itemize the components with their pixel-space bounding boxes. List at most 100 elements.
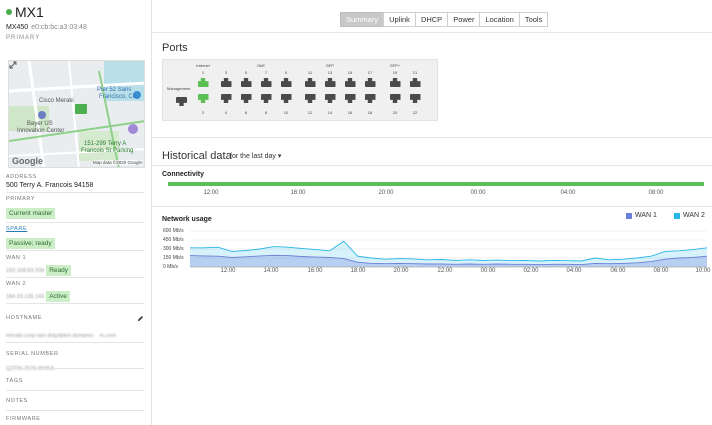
spare-link[interactable]: SPARE xyxy=(6,226,144,232)
wan2-ip: 184.23.135.143 xyxy=(6,294,45,300)
wan1-label: WAN 1 xyxy=(6,255,27,261)
port-number-label: 1 xyxy=(202,70,205,75)
network-usage-title: Network usage xyxy=(162,216,212,223)
tabs-divider xyxy=(152,32,712,33)
map-label: Innovation Center xyxy=(17,128,65,134)
port-number-label: 3 xyxy=(225,70,228,75)
address-label: ADDRESS xyxy=(6,174,37,180)
wan2-label: WAN 2 xyxy=(6,281,27,287)
historical-title: Historical data xyxy=(162,150,232,162)
tags-section[interactable]: TAGS xyxy=(6,378,144,384)
device-model-line: MX450 e0:cb:bc:a3:03:48 xyxy=(6,24,87,31)
notes-label: NOTES xyxy=(6,398,28,404)
tab-tools[interactable]: Tools xyxy=(518,12,549,27)
hostname-value: meraki-corp-vpn-dnjydpkm.dynamic- m.com xyxy=(6,324,144,342)
tab-summary[interactable]: Summary xyxy=(340,12,385,27)
conn-tick-label: 08:00 xyxy=(648,190,664,196)
wan1-line: 192.168.83.208 Ready xyxy=(6,263,144,276)
port-group-label: SFP xyxy=(326,63,334,68)
conn-tick-label: 12:00 xyxy=(203,190,219,196)
address-section: ADDRESS 500 Terry A. Francois 94158 xyxy=(6,174,144,189)
divider xyxy=(6,250,144,251)
firmware-section: FIRMWARE xyxy=(6,416,144,422)
tab-uplink[interactable]: Uplink xyxy=(383,12,416,27)
port-number-label: 22 xyxy=(413,110,418,115)
tab-power[interactable]: Power xyxy=(447,12,481,27)
pencil-icon[interactable] xyxy=(137,315,144,322)
spare-section: SPARE Passive; ready xyxy=(6,226,144,250)
hostname-line: m.com xyxy=(99,333,116,339)
section-divider xyxy=(152,206,712,207)
wan2-status-badge: Active xyxy=(46,291,70,302)
firmware-label: FIRMWARE xyxy=(6,416,41,422)
x-tick-label: 14:00 xyxy=(263,268,279,274)
network-usage-chart xyxy=(189,230,708,268)
divider xyxy=(6,368,144,369)
wan2-swatch xyxy=(674,212,680,219)
map-label: Cisco Meraki xyxy=(39,98,74,104)
wan1-swatch xyxy=(626,212,632,219)
device-name: MX1 xyxy=(15,4,44,20)
spare-status-badge: Passive; ready xyxy=(6,238,55,249)
x-tick-label: 00:00 xyxy=(480,268,496,274)
legend-item-wan2: WAN 2 xyxy=(674,212,705,219)
port-number-label: 2 xyxy=(202,110,205,115)
divider xyxy=(6,303,144,304)
wan2-line: 184.23.135.143 Active xyxy=(6,289,144,302)
serial-label: SERIAL NUMBER xyxy=(6,351,59,357)
x-tick-label: 02:00 xyxy=(523,268,539,274)
hostname-line: meraki-corp-vpn-dnjydpkm.dynamic- xyxy=(6,333,95,339)
divider xyxy=(6,410,144,411)
device-header: MX1 MX450 e0:cb:bc:a3:03:48 PRIMARY xyxy=(6,4,87,41)
device-title: MX1 xyxy=(6,4,87,20)
expand-map-icon[interactable] xyxy=(9,61,17,69)
port-number-label: 9 xyxy=(285,70,288,75)
port-number-label: 5 xyxy=(245,70,248,75)
section-divider xyxy=(152,165,712,166)
legend-label: WAN 2 xyxy=(683,212,705,219)
device-tabs: Summary Uplink DHCP Power Location Tools xyxy=(340,12,549,27)
wan2-section: WAN 2 184.23.135.143 Active xyxy=(6,281,144,302)
google-logo: Google xyxy=(12,156,43,166)
primary-section: PRIMARY Current master xyxy=(6,196,144,220)
port-number-label: 17 xyxy=(368,70,373,75)
wan1-section: WAN 1 192.168.83.208 Ready xyxy=(6,255,144,276)
legend-item-wan1: WAN 1 xyxy=(626,212,657,219)
divider xyxy=(6,192,144,193)
port-number-label: 16 xyxy=(348,110,353,115)
x-tick-label: 06:00 xyxy=(610,268,626,274)
connectivity-bar xyxy=(168,182,704,186)
notes-section[interactable]: NOTES xyxy=(6,398,144,404)
port-number-label: 19 xyxy=(393,70,398,75)
port-number-label: 11 xyxy=(308,70,313,75)
wan1-status-badge: Ready xyxy=(46,265,71,276)
port-number-label: 4 xyxy=(225,110,228,115)
map-label: Francisco, CA xyxy=(99,94,137,100)
map-label: Francois St Parking xyxy=(81,148,134,154)
port-number-label: 21 xyxy=(413,70,418,75)
map-label: Bayer US xyxy=(27,121,53,127)
time-range-dropdown[interactable]: for the last day ▾ xyxy=(230,152,281,160)
tab-dhcp[interactable]: DHCP xyxy=(414,12,449,27)
divider xyxy=(6,277,144,278)
port-number-label: 10 xyxy=(284,110,289,115)
port-number-label: 7 xyxy=(265,70,268,75)
tags-label: TAGS xyxy=(6,378,23,384)
section-divider xyxy=(152,137,712,138)
divider xyxy=(6,390,144,391)
location-map[interactable]: Pier 52 Sans Francisco, CA Cisco Meraki … xyxy=(8,60,145,168)
map-label: 151-299 Terry A xyxy=(84,141,127,147)
conn-tick-label: 20:00 xyxy=(378,190,394,196)
port-number-label: 12 xyxy=(308,110,313,115)
map-attribution: Map data ©2020 Google xyxy=(92,160,142,165)
tab-location[interactable]: Location xyxy=(479,12,520,27)
x-tick-label: 04:00 xyxy=(566,268,582,274)
port-number-label: 18 xyxy=(368,110,373,115)
device-model: MX450 xyxy=(6,24,29,31)
x-tick-label: 18:00 xyxy=(350,268,366,274)
port-group-label: SFP+ xyxy=(390,63,401,68)
status-dot-icon xyxy=(6,9,12,15)
port-group-label: GbE xyxy=(257,63,265,68)
hostname-label: HOSTNAME xyxy=(6,315,42,321)
port-number-label: 6 xyxy=(245,110,248,115)
